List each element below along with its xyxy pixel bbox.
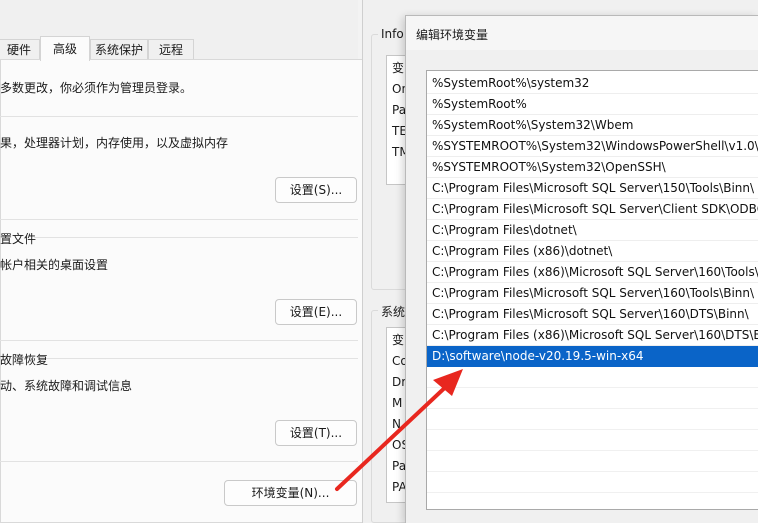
tab-system-protection[interactable]: 系统保护 — [90, 39, 148, 60]
divider — [0, 116, 358, 117]
tab-bar: 硬件 高级 系统保护 远程 — [0, 36, 358, 61]
path-entry[interactable]: C:\Program Files (x86)\Microsoft SQL Ser… — [427, 262, 758, 283]
empty-row[interactable] — [427, 430, 758, 451]
tab-remote[interactable]: 远程 — [148, 39, 194, 60]
tab-advanced[interactable]: 高级 — [40, 36, 90, 61]
empty-row[interactable] — [427, 409, 758, 430]
advanced-tab-panel — [0, 59, 364, 523]
admin-notice: 多数更改，你必须作为管理员登录。 — [0, 81, 193, 95]
startup-recovery-description: 动、系统故障和调试信息 — [0, 379, 133, 393]
path-entry[interactable]: %SystemRoot%\System32\Wbem — [427, 115, 758, 136]
path-entries-list[interactable]: %SystemRoot%\system32 %SystemRoot% %System… — [426, 70, 758, 510]
path-entry[interactable]: C:\Program Files (x86)\Microsoft SQL Ser… — [427, 325, 758, 346]
path-entry[interactable]: C:\Program Files\Microsoft SQL Server\Cl… — [427, 199, 758, 220]
path-entry[interactable]: C:\Program Files\Microsoft SQL Server\16… — [427, 283, 758, 304]
edit-environment-variable-dialog: 编辑环境变量 %SystemRoot%\system32 %SystemRoot%… — [405, 15, 758, 523]
tab-hardware[interactable]: 硬件 — [0, 39, 40, 60]
user-profiles-description: 帐户相关的桌面设置 — [0, 258, 109, 272]
path-entry[interactable]: C:\Program Files\Microsoft SQL Server\15… — [427, 178, 758, 199]
path-entry-selected[interactable]: D:\software\node-v20.19.5-win-x64 — [427, 346, 758, 367]
divider — [0, 219, 358, 220]
divider — [0, 461, 358, 462]
path-entry[interactable]: %SystemRoot%\system32 — [427, 73, 758, 94]
startup-recovery-settings-button[interactable]: 设置(T)... — [275, 420, 357, 446]
path-entry[interactable]: %SYSTEMROOT%\System32\OpenSSH\ — [427, 157, 758, 178]
empty-row[interactable] — [427, 367, 758, 388]
empty-row[interactable] — [427, 388, 758, 409]
title-bar[interactable]: 编辑环境变量 — [406, 16, 758, 50]
performance-settings-button[interactable]: 设置(S)... — [275, 177, 357, 203]
path-entry[interactable]: C:\Program Files\Microsoft SQL Server\16… — [427, 304, 758, 325]
system-variables-group-label: 系统 — [378, 303, 409, 320]
system-properties-dialog: 硬件 高级 系统保护 远程 多数更改，你必须作为管理员登录。 果，处理器计划，内… — [0, 0, 364, 523]
divider — [0, 340, 358, 341]
path-entry[interactable]: %SYSTEMROOT%\System32\WindowsPowerShell\… — [427, 136, 758, 157]
group-rule — [34, 237, 358, 238]
path-entry[interactable]: %SystemRoot% — [427, 94, 758, 115]
empty-row[interactable] — [427, 472, 758, 493]
user-profiles-heading: 置文件 — [0, 232, 37, 246]
group-rule — [46, 358, 358, 359]
dialog-title: 编辑环境变量 — [416, 28, 489, 42]
user-profiles-settings-button[interactable]: 设置(E)... — [275, 299, 357, 325]
performance-description: 果，处理器计划，内存使用，以及虚拟内存 — [0, 136, 229, 150]
path-entry[interactable]: C:\Program Files (x86)\dotnet\ — [427, 241, 758, 262]
path-entry[interactable]: C:\Program Files\dotnet\ — [427, 220, 758, 241]
user-variables-group-label: Info — [378, 27, 407, 41]
environment-variables-button[interactable]: 环境变量(N)... — [224, 480, 357, 506]
startup-recovery-heading: 故障恢复 — [0, 353, 49, 367]
empty-row[interactable] — [427, 451, 758, 472]
